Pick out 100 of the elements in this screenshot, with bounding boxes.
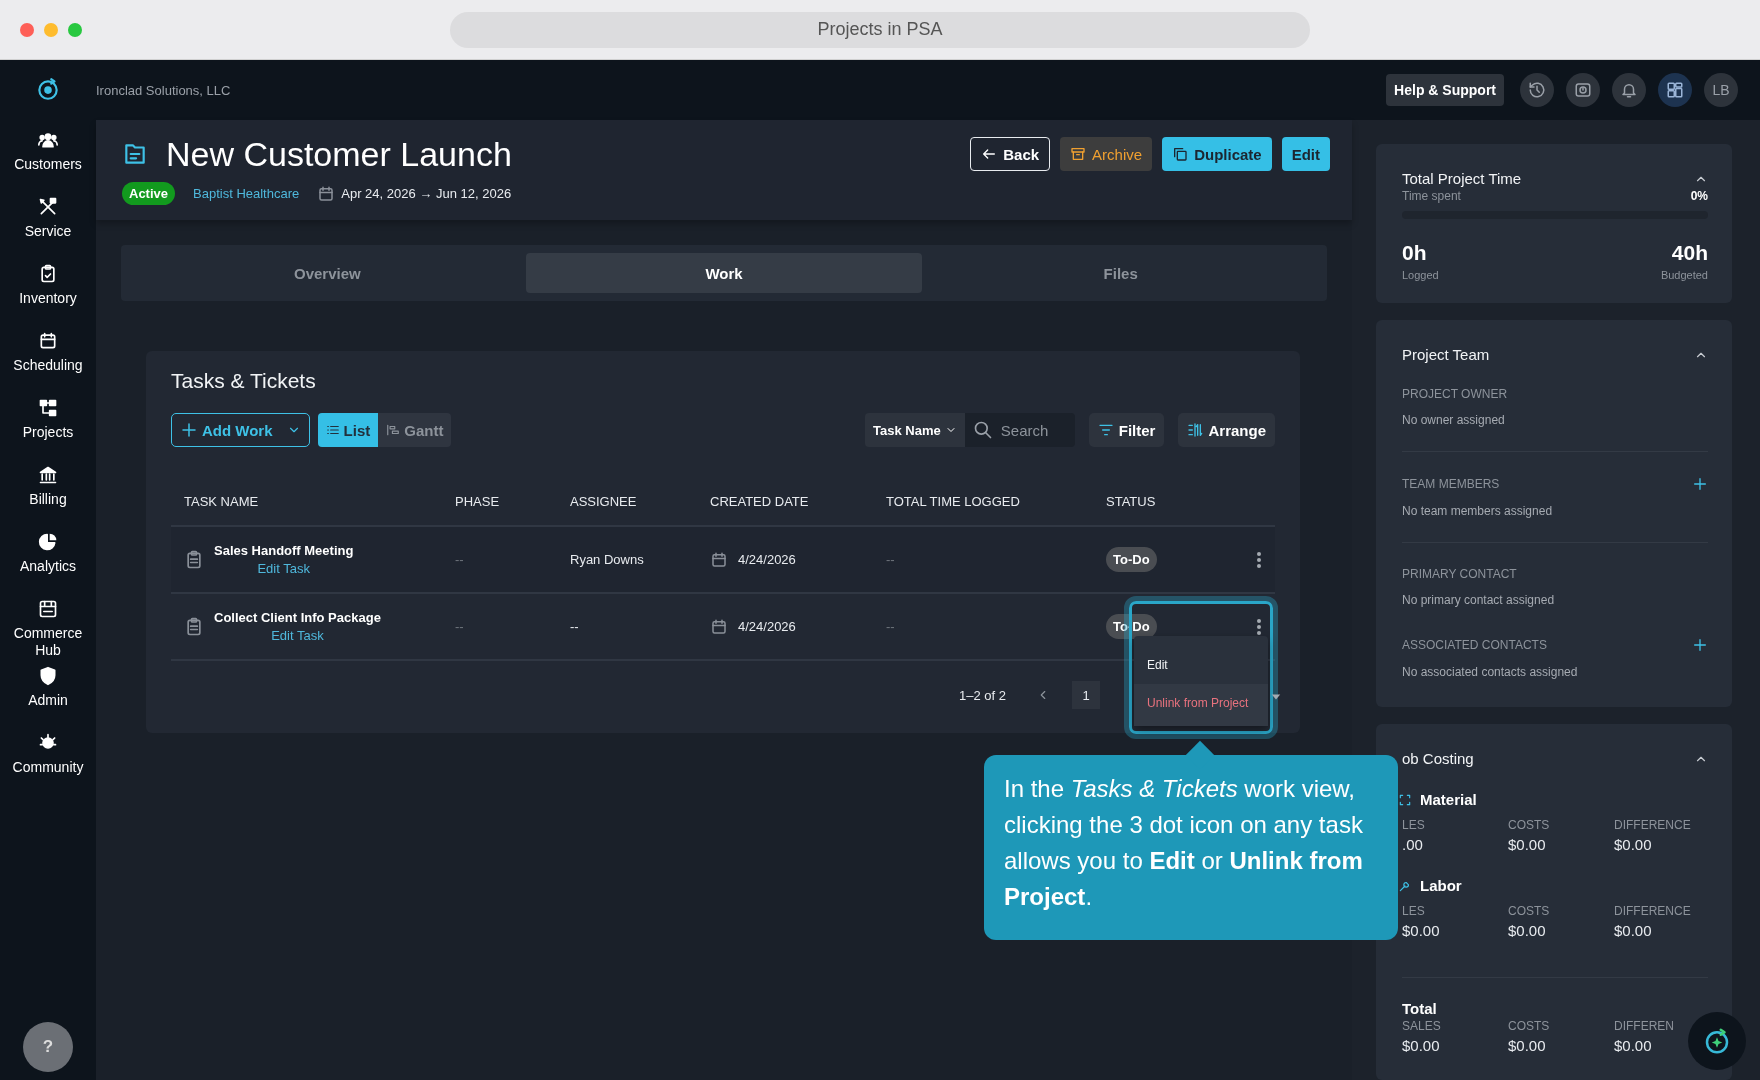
menu-item[interactable]: Edit xyxy=(1134,646,1268,684)
sidebar-item[interactable]: Inventory xyxy=(3,264,93,324)
column-header: PHASE xyxy=(455,493,501,509)
company-name: Ironclad Solutions, LLC xyxy=(96,82,231,98)
avatar-button[interactable]: LB xyxy=(1704,73,1738,107)
view-toggle[interactable]: List xyxy=(317,413,379,447)
help-support-button[interactable]: Help & Support xyxy=(1386,74,1504,106)
amount: $0.00 xyxy=(1508,1037,1547,1054)
dashboard-button[interactable] xyxy=(1658,73,1692,107)
amount: .00 xyxy=(1402,836,1424,853)
column-label: LES xyxy=(1402,818,1426,832)
tab[interactable]: Overview xyxy=(129,253,526,293)
sidebar-item[interactable]: Scheduling xyxy=(3,331,93,391)
add-work-button[interactable]: Add Work xyxy=(171,413,310,447)
field-value: No primary contact assigned xyxy=(1402,593,1556,607)
tab[interactable]: Work xyxy=(525,253,923,293)
shield-icon xyxy=(38,666,58,686)
sidebar-item[interactable]: Customers xyxy=(3,130,93,190)
customer-link[interactable]: Baptist Healthcare xyxy=(193,186,300,201)
safe-button[interactable] xyxy=(1566,73,1600,107)
dashboard-icon xyxy=(1666,81,1684,99)
sidebar-item[interactable]: Service xyxy=(3,197,93,257)
column-label: SALES xyxy=(1402,1019,1442,1033)
help-button[interactable]: ? xyxy=(23,1022,73,1072)
close-window-button[interactable] xyxy=(20,22,34,37)
table-cell-text: Ryan Downs xyxy=(570,552,645,567)
table-cell: 4/24/2026 xyxy=(738,552,796,567)
kebab-menu-icon xyxy=(1257,618,1261,635)
table-cell-text: -- xyxy=(455,619,465,634)
document-folder-icon xyxy=(122,141,148,167)
field-value: No owner assigned xyxy=(1402,413,1506,427)
column-header: TOTAL TIME LOGGED xyxy=(886,493,1021,509)
pagination-range: 1–2 of 2 xyxy=(959,687,1006,703)
sidebar-item[interactable]: Admin xyxy=(3,666,93,726)
column-header: TASK NAME xyxy=(184,493,260,509)
search-field[interactable]: Search xyxy=(964,413,1075,447)
amount: $0.00 xyxy=(1614,836,1653,853)
history-button[interactable] xyxy=(1520,73,1554,107)
edit-task-link[interactable]: Edit Task xyxy=(257,561,310,576)
card-title: ob Costing xyxy=(1402,750,1474,767)
column-label: DIFFERENCE xyxy=(1614,818,1692,832)
action-button[interactable]: Back xyxy=(970,137,1051,171)
field-value: No team members assigned xyxy=(1402,504,1554,518)
field-label: PRIMARY CONTACT xyxy=(1402,567,1517,581)
action-button[interactable]: Duplicate xyxy=(1162,137,1272,171)
sidebar-item[interactable]: Commerce Hub xyxy=(16,599,80,659)
calendar-icon xyxy=(710,550,728,569)
tab[interactable]: Files xyxy=(922,253,1319,293)
arrange-button[interactable]: Arrange xyxy=(1178,413,1275,447)
search-icon xyxy=(972,420,993,440)
sidebar-item[interactable]: Community xyxy=(3,733,93,793)
action-button[interactable]: Edit xyxy=(1281,137,1330,171)
status-badge: Active xyxy=(122,182,176,205)
amount: $0.00 xyxy=(1614,922,1653,939)
menu-item[interactable]: Unlink from Project xyxy=(1134,684,1268,726)
more-options-button[interactable] xyxy=(1255,616,1263,637)
more-options-button[interactable] xyxy=(1255,549,1263,570)
gantt-icon xyxy=(386,423,401,437)
sidebar-item[interactable]: Projects xyxy=(3,398,93,458)
card-title: Project Team xyxy=(1402,346,1490,363)
search-by-dropdown[interactable]: Task Name xyxy=(865,413,965,447)
edit-task-link[interactable]: Edit Task xyxy=(271,628,324,643)
caret-icon xyxy=(1270,692,1282,702)
filter-button[interactable]: Filter xyxy=(1088,413,1165,447)
table-cell-text: -- xyxy=(455,552,465,567)
window-title: Projects in PSA xyxy=(450,11,1310,48)
hours-value: 0h xyxy=(1402,241,1428,265)
column-label: COSTS xyxy=(1508,904,1551,918)
table-cell-text: -- xyxy=(886,552,896,567)
group-title: Labor xyxy=(1420,877,1462,894)
history-icon xyxy=(1528,81,1546,99)
calendar-icon xyxy=(710,617,728,636)
back-arrow-icon xyxy=(981,146,998,162)
field-label: TEAM MEMBERS xyxy=(1402,477,1500,491)
action-button[interactable]: Archive xyxy=(1060,137,1153,171)
store-icon xyxy=(38,599,58,619)
card-title: Total Project Time xyxy=(1402,170,1522,187)
view-toggle[interactable]: Gantt xyxy=(378,413,452,447)
plus-icon[interactable] xyxy=(1692,476,1708,492)
page-button[interactable]: 1 xyxy=(1072,681,1100,709)
sidebar-item[interactable]: Analytics xyxy=(3,532,93,592)
amount: $0.00 xyxy=(1508,922,1547,939)
hours-label: Logged xyxy=(1402,269,1439,281)
calendar-icon xyxy=(38,331,58,351)
sidebar-item[interactable]: Billing xyxy=(3,465,93,525)
tools-icon xyxy=(38,197,58,217)
clipboard-icon xyxy=(184,549,204,570)
column-header: STATUS xyxy=(1106,493,1157,509)
column-label: COSTS xyxy=(1508,818,1551,832)
bell-button[interactable] xyxy=(1612,73,1646,107)
hours-value: 40h xyxy=(1671,241,1708,265)
field-label: PROJECT OWNER xyxy=(1402,387,1508,401)
task-name: Sales Handoff Meeting xyxy=(214,543,354,558)
plus-icon[interactable] xyxy=(1692,637,1708,653)
table-cell-text: -- xyxy=(886,619,896,634)
amount: $0.00 xyxy=(1614,1037,1653,1054)
search-input[interactable]: Search xyxy=(1000,418,1071,442)
calendar-icon xyxy=(317,184,336,203)
kebab-menu-icon xyxy=(1257,551,1261,568)
clipboard-icon xyxy=(38,264,58,284)
